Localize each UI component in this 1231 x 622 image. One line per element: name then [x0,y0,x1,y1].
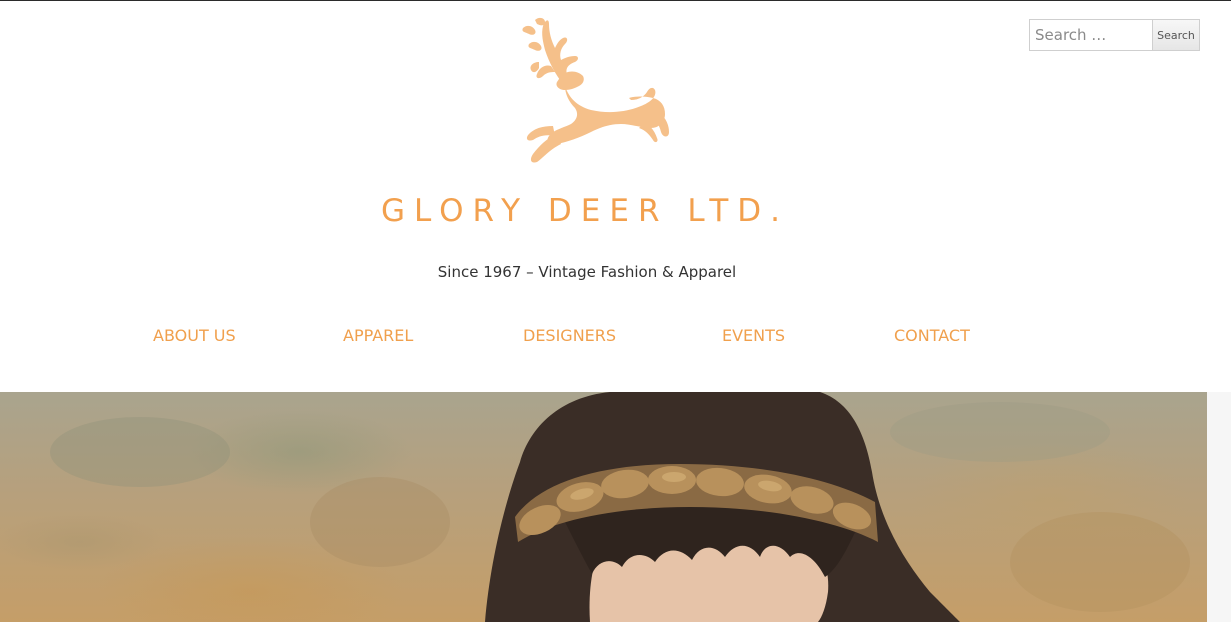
nav-item-events[interactable]: EVENTS [722,326,785,345]
site-tagline: Since 1967 – Vintage Fashion & Apparel [437,263,737,281]
search-form: Search [1029,19,1200,51]
nav-item-contact[interactable]: CONTACT [894,326,970,345]
hero-photo-illustration [50,392,1190,622]
leaping-deer-icon [522,17,669,163]
logo-link[interactable] [505,14,675,169]
site-title[interactable]: GLORY DEER LTD. [360,193,810,229]
nav-item-about-us[interactable]: ABOUT US [153,326,236,345]
top-border [0,0,1231,1]
search-button[interactable]: Search [1152,19,1200,51]
nav-item-apparel[interactable]: APPAREL [343,326,413,345]
main-navigation: ABOUT US APPAREL DESIGNERS EVENTS CONTAC… [0,326,1231,350]
nav-item-designers[interactable]: DESIGNERS [523,326,616,345]
search-input[interactable] [1029,19,1152,51]
hero-right-edge [1207,392,1231,622]
hero-image [0,392,1231,622]
